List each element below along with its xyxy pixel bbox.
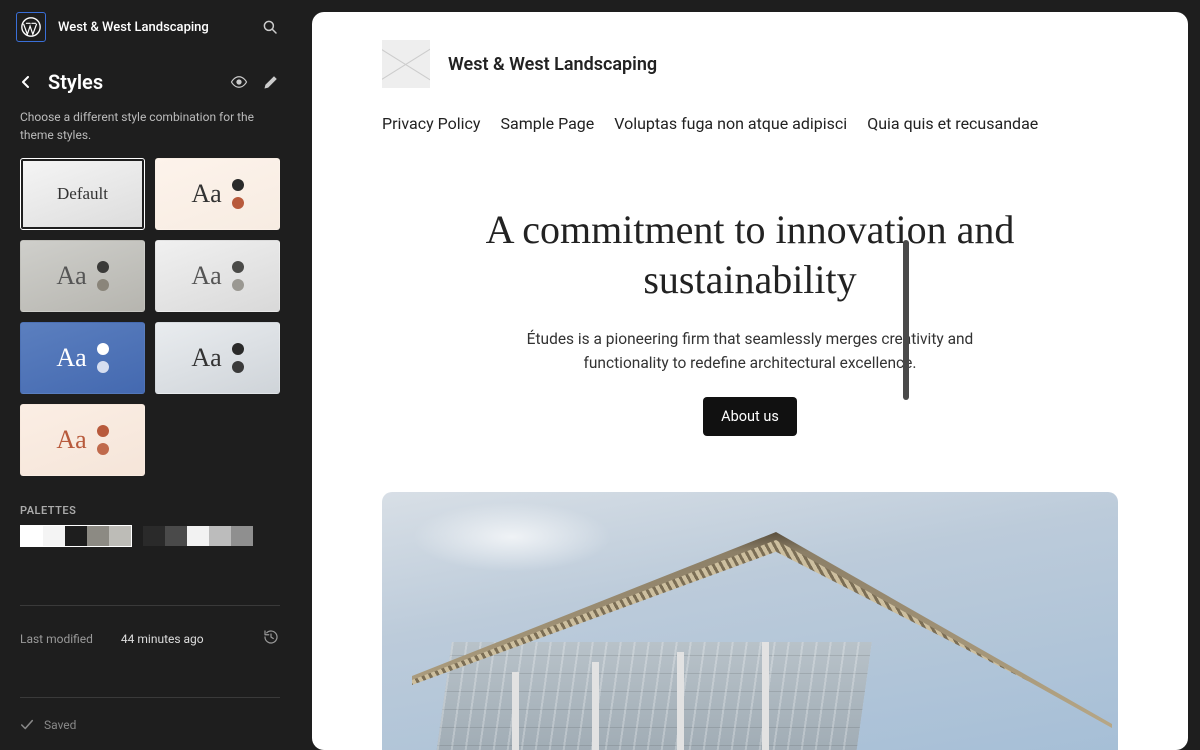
sidebar-footer: Last modified 44 minutes ago Saved bbox=[0, 579, 300, 750]
last-modified-value: 44 minutes ago bbox=[121, 632, 204, 646]
sidebar-scrollbar[interactable] bbox=[903, 240, 909, 400]
style-variation-5[interactable]: Aa bbox=[155, 322, 280, 394]
editor-sidebar: West & West Landscaping Styles Choose a … bbox=[0, 0, 300, 750]
nav-link-1[interactable]: Sample Page bbox=[501, 114, 595, 133]
palette-0[interactable] bbox=[20, 525, 132, 547]
palette-swatch bbox=[109, 526, 131, 546]
style-variation-1[interactable]: Aa bbox=[155, 158, 280, 230]
preview-canvas-wrap: West & West Landscaping Privacy Policy S… bbox=[300, 0, 1200, 750]
preview-hero: A commitment to innovation and sustainab… bbox=[382, 205, 1118, 436]
last-modified-label: Last modified bbox=[20, 632, 93, 646]
variation-label: Default bbox=[57, 184, 108, 204]
variation-label: Aa bbox=[56, 425, 86, 455]
command-palette-button[interactable] bbox=[256, 13, 284, 41]
chevron-left-icon bbox=[20, 76, 32, 88]
panel-title: Styles bbox=[48, 70, 220, 94]
variation-label: Aa bbox=[191, 343, 221, 373]
saved-label: Saved bbox=[44, 718, 76, 732]
wordpress-icon bbox=[20, 16, 42, 38]
variation-label: Aa bbox=[191, 179, 221, 209]
variation-label: Aa bbox=[191, 261, 221, 291]
variation-label: Aa bbox=[56, 343, 86, 373]
palette-swatch bbox=[143, 526, 165, 546]
hero-title[interactable]: A commitment to innovation and sustainab… bbox=[430, 205, 1070, 305]
style-variation-6[interactable]: Aa bbox=[20, 404, 145, 476]
hero-text[interactable]: Études is a pioneering firm that seamles… bbox=[490, 327, 1010, 375]
nav-link-0[interactable]: Privacy Policy bbox=[382, 114, 481, 133]
style-variation-default[interactable]: Default bbox=[20, 158, 145, 230]
palette-1[interactable] bbox=[142, 525, 254, 547]
palettes-row bbox=[0, 525, 300, 547]
preview-site-name[interactable]: West & West Landscaping bbox=[448, 54, 657, 75]
style-variation-2[interactable]: Aa bbox=[20, 240, 145, 312]
variation-label: Aa bbox=[56, 261, 86, 291]
palette-swatch bbox=[231, 526, 253, 546]
revisions-button[interactable] bbox=[262, 628, 280, 649]
palette-swatch bbox=[43, 526, 65, 546]
last-modified-row[interactable]: Last modified 44 minutes ago bbox=[20, 606, 280, 671]
preview-canvas[interactable]: West & West Landscaping Privacy Policy S… bbox=[312, 12, 1188, 750]
styles-help-text: Choose a different style combination for… bbox=[0, 102, 300, 158]
history-icon bbox=[262, 628, 280, 646]
palette-swatch bbox=[65, 526, 87, 546]
palette-swatch bbox=[21, 526, 43, 546]
palettes-label: PALETTES bbox=[0, 476, 300, 525]
styles-header: Styles bbox=[0, 54, 300, 102]
preview-nav: Privacy Policy Sample Page Voluptas fuga… bbox=[382, 114, 1118, 133]
palette-swatch bbox=[187, 526, 209, 546]
style-variation-4[interactable]: Aa bbox=[20, 322, 145, 394]
eye-icon bbox=[230, 73, 248, 91]
site-title[interactable]: West & West Landscaping bbox=[58, 20, 244, 35]
nav-link-2[interactable]: Voluptas fuga non atque adipisci bbox=[614, 114, 847, 133]
style-variation-3[interactable]: Aa bbox=[155, 240, 280, 312]
style-book-button[interactable] bbox=[230, 73, 248, 91]
top-bar: West & West Landscaping bbox=[0, 0, 300, 54]
nav-link-3[interactable]: Quia quis et recusandae bbox=[867, 114, 1038, 133]
check-icon bbox=[20, 718, 34, 732]
style-variations-grid: Default Aa Aa Aa Aa Aa Aa bbox=[0, 158, 300, 476]
hero-image[interactable] bbox=[382, 492, 1118, 750]
divider bbox=[20, 697, 280, 698]
site-logo-placeholder[interactable] bbox=[382, 40, 430, 88]
palette-swatch bbox=[165, 526, 187, 546]
saved-status: Saved bbox=[20, 702, 280, 750]
edit-styles-button[interactable] bbox=[262, 73, 280, 91]
palette-swatch bbox=[209, 526, 231, 546]
pencil-icon bbox=[262, 73, 280, 91]
search-icon bbox=[261, 18, 279, 36]
back-button[interactable] bbox=[20, 73, 38, 91]
hero-button[interactable]: About us bbox=[703, 397, 797, 436]
wordpress-logo[interactable] bbox=[16, 12, 46, 42]
palette-swatch bbox=[87, 526, 109, 546]
preview-site-header: West & West Landscaping bbox=[382, 40, 1118, 88]
